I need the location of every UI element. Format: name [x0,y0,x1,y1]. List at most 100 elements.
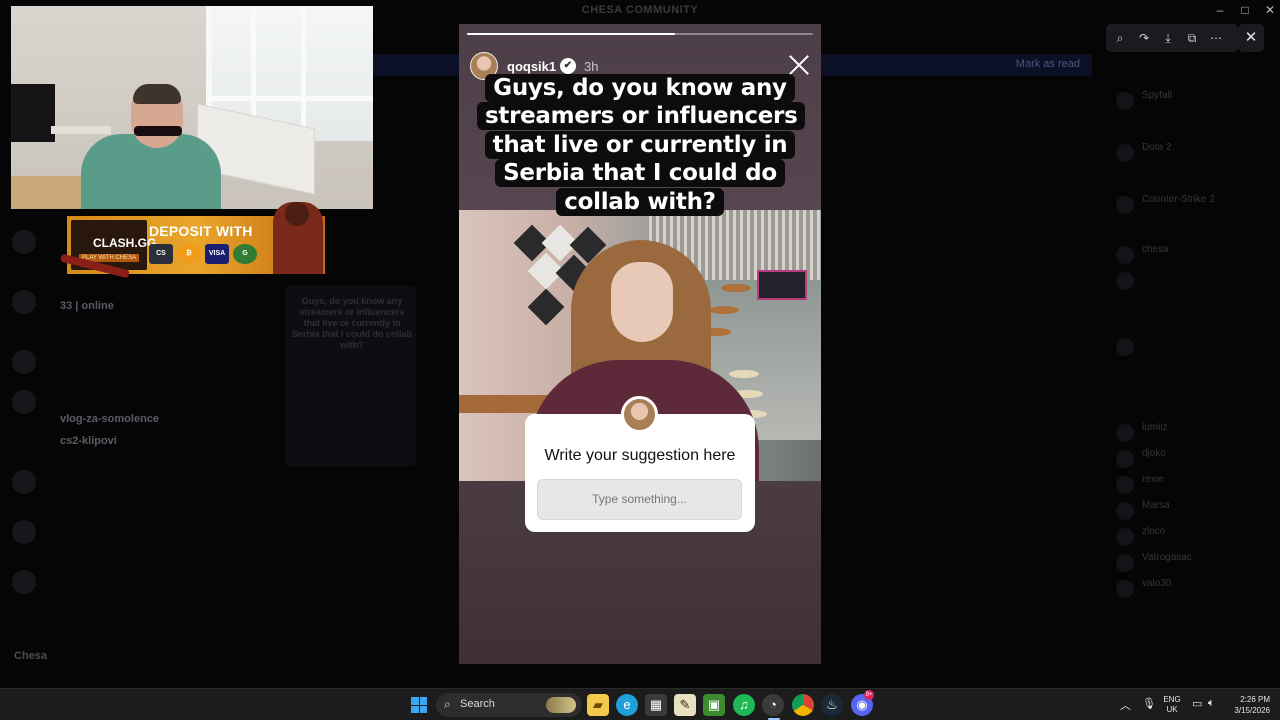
minimize-button[interactable]: – [1208,3,1232,17]
channel-item[interactable]: 33 | online [48,300,230,323]
search-highlight-art [546,697,576,713]
server-icon[interactable] [12,230,36,254]
story-caption-text: Guys, do you know any streamers or influ… [477,74,806,216]
recording-app-icon[interactable]: ◔ [762,694,784,716]
member-item[interactable]: Spyfall [1112,90,1280,116]
mark-as-read-link[interactable]: Mark as read [1016,58,1080,70]
question-title: Write your suggestion here [544,447,736,464]
member-item[interactable]: djoko [1112,448,1280,474]
network-icon[interactable]: ▭ [1192,697,1202,710]
show-hidden-icons-icon[interactable]: ︿ [1120,697,1131,713]
member-item[interactable]: rexie [1112,474,1280,500]
spotify-icon[interactable]: ♫ [733,694,755,716]
channel-item[interactable] [48,368,230,391]
screen: CHESA COMMUNITY – □ ✕ Mark as read 33 | … [0,0,1280,720]
language-top: ENG [1163,695,1181,704]
photo-table [459,395,549,413]
download-icon[interactable]: ⤓ [1157,28,1179,48]
channel-item[interactable]: cs2-klipovi [48,435,230,458]
photo-wall-panel [527,288,565,326]
photo-sign [757,270,807,300]
story-caption: Guys, do you know any streamers or influ… [477,74,806,216]
server-icon[interactable] [12,470,36,494]
server-icon[interactable] [12,350,36,374]
member-item[interactable]: Vatrogasac [1112,552,1280,578]
member-item[interactable]: chesa [1112,244,1280,270]
system-clock[interactable]: 2:26 PM 3/15/2026 [1226,694,1270,716]
maximize-button[interactable]: □ [1233,3,1257,17]
member-item[interactable]: Marsa [1112,500,1280,526]
webcam-window-frame [301,6,306,141]
payment-cs-icon: CS [149,244,173,264]
volume-icon[interactable]: 🔈︎ [1208,697,1215,710]
more-icon[interactable]: ⋯ [1205,28,1227,48]
close-window-button[interactable]: ✕ [1258,3,1280,17]
steam-icon[interactable]: ♨ [821,694,843,716]
payment-visa-icon: VISA [205,244,229,264]
zoom-icon[interactable]: ⌕ [1109,28,1131,48]
current-user-name: Chesa [14,650,48,662]
start-button[interactable] [411,697,427,713]
taskbar: ⌕ Search ▰ e ▦ ✎ ▣ ♫ ◔ ♨ ◉ 9+ ︿ 🎙︎ ENG U… [0,688,1280,720]
question-avatar [621,396,658,433]
server-icon[interactable] [12,290,36,314]
payment-gift-icon: G [233,244,257,264]
search-icon: ⌕ [444,697,451,711]
sponsor-brand: CLASH.GG [93,236,157,250]
sponsor-headline: DEPOSIT WITH [149,223,253,239]
clock-date: 3/15/2026 [1234,706,1270,715]
taskbar-search[interactable]: ⌕ Search [436,693,582,717]
member-item[interactable]: Dota 2 [1112,142,1280,168]
story-username[interactable]: qoqsik1 [507,59,556,74]
story-viewer: qoqsik1 ✔ 3h Guys, do you know any strea… [459,24,821,664]
chrome-icon[interactable] [792,694,814,716]
webcam-overlay [11,6,373,209]
channel-item[interactable] [48,390,230,413]
server-rail [0,220,46,660]
forward-icon[interactable]: ↷ [1133,28,1155,48]
webcam-streamer-hair [133,84,181,104]
store-icon[interactable]: ▦ [645,694,667,716]
photo-person-face [611,262,673,342]
story-progress-bar [467,33,813,35]
story-progress-fill [467,33,675,35]
member-item[interactable] [1112,270,1280,296]
webcam-window-frame [206,96,373,101]
server-icon[interactable] [12,570,36,594]
sponsor-character-head [285,202,309,226]
app-icon[interactable]: ✎ [674,694,696,716]
discord-notification-badge: 9+ [864,690,874,700]
photo-lamp [709,306,739,314]
viewer-close-button[interactable]: ✕ [1238,24,1264,52]
taskbar-search-label: Search [460,698,495,710]
microphone-icon[interactable]: 🎙︎ [1142,697,1156,710]
language-indicator[interactable]: ENG UK [1162,695,1182,715]
member-list: Spyfall Dota 2 Counter-Strike 2 chesa lu… [1112,90,1280,604]
webcam-desk [51,126,111,134]
viewer-toolbar: ⌕ ↷ ⤓ ⧉ ⋯ [1106,24,1238,52]
channel-item[interactable] [48,323,230,346]
webcam-sunglasses [134,126,182,136]
photo-lamp [721,284,751,292]
member-item[interactable]: Counter-Strike 2 [1112,194,1280,220]
channel-item[interactable]: vlog-za-somolence [48,413,230,436]
channel-item[interactable] [48,345,230,368]
question-input[interactable]: Type something... [537,479,742,520]
payment-bitcoin-icon: ₿ [177,244,201,264]
minecraft-icon[interactable]: ▣ [703,694,725,716]
member-item[interactable]: zloco [1112,526,1280,552]
edge-icon[interactable]: e [616,694,638,716]
server-icon[interactable] [12,520,36,544]
file-explorer-icon[interactable]: ▰ [587,694,609,716]
member-item[interactable] [1112,336,1280,362]
story-timestamp: 3h [584,59,599,74]
photo-stool [729,370,759,378]
channel-list: 33 | online vlog-za-somolence cs2-klipov… [48,300,230,458]
open-external-icon[interactable]: ⧉ [1181,28,1203,48]
language-bottom: UK [1166,705,1178,714]
member-item[interactable]: lumiiz [1112,422,1280,448]
server-icon[interactable] [12,390,36,414]
webcam-tv [11,84,55,142]
member-item[interactable]: valo30 [1112,578,1280,604]
chat-preview-text: Guys, do you know any streamers or influ… [292,296,413,350]
